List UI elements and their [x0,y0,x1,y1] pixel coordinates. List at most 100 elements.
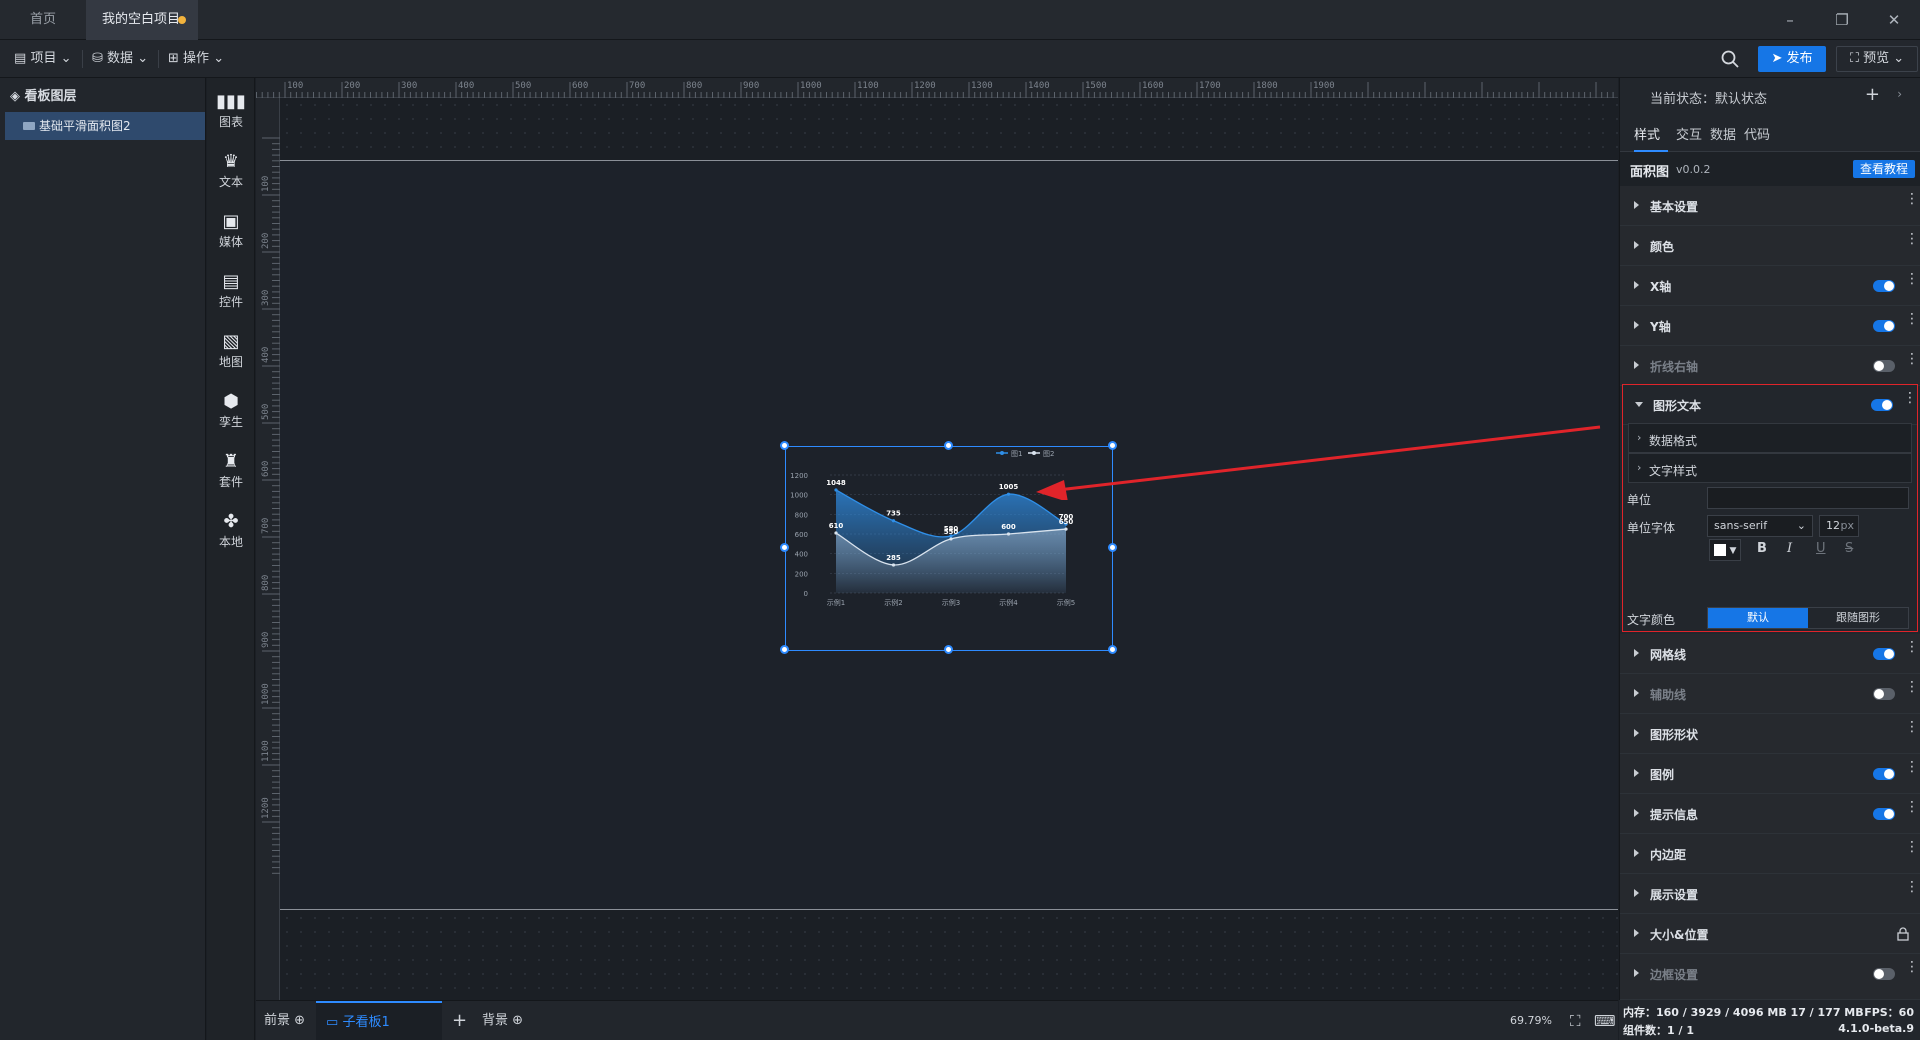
resize-handle[interactable] [780,645,789,654]
add-board-button[interactable]: + [452,1001,467,1040]
section-graphic-text-header[interactable]: 图形文本 ⋮ [1623,385,1917,425]
section-guide[interactable]: 辅助线 ⋮ [1620,674,1920,714]
lock-icon[interactable] [1897,927,1909,941]
toggle-switch[interactable] [1873,648,1895,660]
comp-text[interactable]: ♛ 文本 [207,152,255,190]
tab-data[interactable]: 数据 [1710,122,1736,152]
section-label: X轴 [1650,280,1672,294]
section-border[interactable]: 边框设置 ⋮ [1620,954,1920,1000]
resize-handle[interactable] [780,441,789,450]
comp-media[interactable]: ▣ 媒体 [207,212,255,250]
section-display[interactable]: 展示设置 ⋮ [1620,874,1920,914]
unsaved-dot-icon [178,16,186,24]
tutorial-button[interactable]: 查看教程 [1853,160,1915,178]
more-vertical-icon[interactable]: ⋮ [1905,232,1919,246]
comp-twin[interactable]: ⬢ 孪生 [207,392,255,430]
toggle-switch[interactable] [1873,808,1895,820]
italic-icon[interactable]: I [1787,541,1792,556]
comp-map[interactable]: ▧ 地图 [207,332,255,370]
section-x-axis[interactable]: X轴 ⋮ [1620,266,1920,306]
section-y-axis[interactable]: Y轴 ⋮ [1620,306,1920,346]
more-vertical-icon[interactable]: ⋮ [1905,720,1919,734]
menu-operate[interactable]: ⊞ 操作 ⌄ [168,48,224,70]
color-default-option[interactable]: 默认 [1708,608,1808,628]
keyboard-icon[interactable]: ⌨ [1594,1001,1616,1040]
more-vertical-icon[interactable]: ⋮ [1905,352,1919,366]
section-legend[interactable]: 图例 ⋮ [1620,754,1920,794]
section-shape[interactable]: 图形形状 ⋮ [1620,714,1920,754]
comp-control[interactable]: ▤ 控件 [207,272,255,310]
layers-icon: ◈ [10,89,20,104]
tab-interaction[interactable]: 交互 [1676,122,1702,152]
more-vertical-icon[interactable]: ⋮ [1905,880,1919,894]
more-vertical-icon[interactable]: ⋮ [1905,272,1919,286]
minimize-icon[interactable]: – [1780,10,1800,30]
section-padding[interactable]: 内边距 ⋮ [1620,834,1920,874]
more-vertical-icon[interactable]: ⋮ [1905,312,1919,326]
tab-code[interactable]: 代码 [1744,122,1770,152]
menu-data[interactable]: ⛁ 数据 ⌄ [92,48,148,70]
menu-project[interactable]: ▤ 项目 ⌄ [14,48,72,70]
grid-icon: ⊞ [168,51,179,66]
tab-background[interactable]: 背景 ⊕ [482,1001,523,1040]
publish-button[interactable]: ➤ 发布 [1758,46,1826,72]
toggle-switch[interactable] [1873,280,1895,292]
add-circle-icon[interactable]: ⊕ [512,1013,523,1028]
toggle-switch[interactable] [1873,768,1895,780]
color-picker[interactable]: ▼ [1709,539,1741,561]
toggle-switch[interactable] [1873,360,1895,372]
font-size-input[interactable]: 12 px [1819,515,1859,537]
tab-foreground[interactable]: 前景 ⊕ [264,1001,305,1040]
search-icon[interactable] [1720,49,1740,69]
layer-item[interactable]: 基础平滑面积图2 [5,112,205,140]
resize-handle[interactable] [1108,645,1117,654]
section-basic[interactable]: 基本设置 ⋮ [1620,186,1920,226]
chevron-down-icon: ⌄ [1893,51,1905,66]
chevron-right-icon[interactable]: › [1897,87,1902,101]
menu-divider [82,50,83,68]
zoom-level[interactable]: 69.79% [1510,1001,1552,1040]
section-grid[interactable]: 网格线 ⋮ [1620,634,1920,674]
color-follow-option[interactable]: 跟随图形 [1808,608,1908,628]
underline-icon[interactable]: U [1816,541,1826,556]
resize-handle[interactable] [944,441,953,450]
font-select[interactable]: sans-serif ⌄ [1707,515,1813,537]
tab-project[interactable]: 我的空白项目 [86,0,198,40]
subsection-data-format[interactable]: › 数据格式 [1628,423,1912,453]
resize-handle[interactable] [944,645,953,654]
more-vertical-icon[interactable]: ⋮ [1905,640,1919,654]
section-color[interactable]: 颜色 ⋮ [1620,226,1920,266]
close-icon[interactable]: ✕ [1884,10,1904,30]
comp-local[interactable]: ✤ 本地 [207,512,255,550]
resize-handle[interactable] [780,543,789,552]
fit-screen-icon[interactable]: ⛶ [1570,1001,1581,1040]
unit-input[interactable] [1707,487,1909,509]
section-right-axis[interactable]: 折线右轴 ⋮ [1620,346,1920,386]
tab-home[interactable]: 首页 [14,0,72,40]
toggle-switch[interactable] [1873,320,1895,332]
tab-style[interactable]: 样式 [1634,122,1668,152]
more-vertical-icon[interactable]: ⋮ [1905,840,1919,854]
more-vertical-icon[interactable]: ⋮ [1905,800,1919,814]
restore-icon[interactable]: ❐ [1832,10,1852,30]
strikethrough-icon[interactable]: S [1845,541,1853,556]
more-vertical-icon[interactable]: ⋮ [1905,192,1919,206]
more-vertical-icon[interactable]: ⋮ [1905,760,1919,774]
toggle-switch[interactable] [1873,688,1895,700]
more-vertical-icon[interactable]: ⋮ [1903,391,1917,405]
add-circle-icon[interactable]: ⊕ [294,1013,305,1028]
toggle-switch[interactable] [1873,968,1895,980]
comp-kit[interactable]: ♜ 套件 [207,452,255,490]
bold-icon[interactable]: B [1757,541,1767,556]
more-vertical-icon[interactable]: ⋮ [1905,680,1919,694]
more-vertical-icon[interactable]: ⋮ [1905,960,1919,974]
preview-button[interactable]: ⛶ 预览 ⌄ [1836,46,1918,72]
tab-sub-board[interactable]: ▭ 子看板1 [316,1001,442,1040]
subsection-text-style[interactable]: › 文字样式 [1628,453,1912,483]
toggle-switch[interactable] [1871,399,1893,411]
section-size-position[interactable]: 大小&位置 [1620,914,1920,954]
section-tooltip[interactable]: 提示信息 ⋮ [1620,794,1920,834]
comp-chart[interactable]: ▮▮▮ 图表 [207,92,255,130]
resize-handle[interactable] [1108,543,1117,552]
add-state-button[interactable]: + [1865,84,1880,105]
